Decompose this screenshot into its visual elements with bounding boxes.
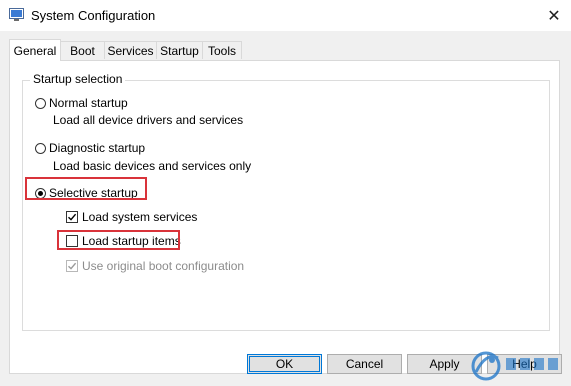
tab-services-label: Services (107, 43, 154, 58)
tab-startup[interactable]: Startup (156, 41, 203, 59)
ok-button[interactable]: OK (247, 354, 322, 374)
use-original-boot-label: Use original boot configuration (82, 259, 245, 273)
load-startup-items-checkbox[interactable]: Load startup items (66, 234, 181, 248)
load-startup-items-label: Load startup items (82, 234, 181, 248)
selective-startup-radio[interactable]: Selective startup (35, 186, 138, 200)
radio-button-icon (35, 142, 46, 154)
startup-selection-label: Startup selection (30, 72, 126, 86)
watermark-logo (471, 351, 558, 381)
title-bar: System Configuration ✕ (0, 0, 571, 31)
tab-startup-label: Startup (160, 43, 199, 58)
diagnostic-startup-description: Load basic devices and services only (53, 159, 252, 173)
close-icon: ✕ (547, 7, 561, 25)
diagnostic-startup-radio[interactable]: Diagnostic startup (35, 141, 145, 155)
tab-general-label: General (13, 43, 57, 58)
dialog-body: General Boot Services Startup Tools Star… (0, 31, 571, 386)
tab-general[interactable]: General (9, 39, 61, 61)
tab-boot[interactable]: Boot (60, 41, 105, 59)
checkbox-checked-disabled-icon (66, 260, 78, 272)
close-button[interactable]: ✕ (537, 0, 571, 31)
checkbox-unchecked-icon (66, 235, 78, 247)
checkbox-checked-icon (66, 211, 78, 223)
tab-boot-label: Boot (70, 43, 95, 58)
cancel-button-label: Cancel (345, 357, 384, 371)
apply-button-label: Apply (429, 357, 460, 371)
ok-button-label: OK (275, 357, 294, 371)
normal-startup-description: Load all device drivers and services (53, 113, 244, 127)
selective-startup-label: Selective startup (49, 186, 138, 200)
window-title: System Configuration (31, 8, 156, 23)
radio-button-selected-icon (35, 187, 46, 199)
tab-tools[interactable]: Tools (202, 41, 242, 59)
tab-services[interactable]: Services (104, 41, 157, 59)
cancel-button[interactable]: Cancel (327, 354, 402, 374)
system-configuration-icon (9, 8, 24, 21)
load-system-services-checkbox[interactable]: Load system services (66, 210, 197, 224)
normal-startup-radio[interactable]: Normal startup (35, 96, 128, 110)
diagnostic-startup-label: Diagnostic startup (49, 141, 146, 155)
tab-tools-label: Tools (207, 43, 236, 58)
load-system-services-label: Load system services (82, 210, 198, 224)
general-tab-panel: Startup selection Normal startup Load al… (9, 60, 560, 374)
use-original-boot-checkbox: Use original boot configuration (66, 259, 244, 273)
normal-startup-label: Normal startup (49, 96, 128, 110)
radio-button-icon (35, 97, 46, 109)
